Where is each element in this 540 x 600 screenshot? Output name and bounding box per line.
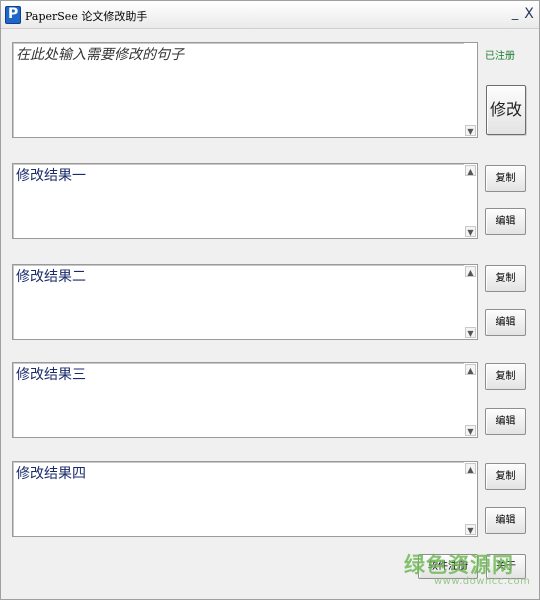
title-bar[interactable]: P PaperSee 论文修改助手 _ X <box>1 1 539 29</box>
edit-button-1[interactable]: 编辑 <box>485 208 526 235</box>
scroll-up-icon[interactable]: ▲ <box>465 266 476 277</box>
result-textarea-2[interactable]: 修改结果二 ▲ ▼ <box>12 264 478 340</box>
copy-button-3[interactable]: 复制 <box>485 363 526 390</box>
registered-status: 已注册 <box>485 51 515 62</box>
result-textarea-4[interactable]: 修改结果四 ▲ ▼ <box>12 461 478 537</box>
modify-button[interactable]: 修改 <box>486 85 526 135</box>
scroll-up-icon[interactable]: ▲ <box>465 463 476 474</box>
scroll-up-icon[interactable]: ▲ <box>465 165 476 176</box>
result-label-1: 修改结果一 <box>16 168 86 184</box>
result-scrollbar-3[interactable]: ▲ ▼ <box>464 363 477 437</box>
about-button[interactable]: 关于 <box>486 554 526 579</box>
papersee-app-icon: P <box>5 6 21 24</box>
input-textarea[interactable]: 在此处输入需要修改的句子 ▼ <box>12 42 478 138</box>
result-scrollbar-4[interactable]: ▲ ▼ <box>464 462 477 536</box>
result-textarea-3[interactable]: 修改结果三 ▲ ▼ <box>12 362 478 438</box>
minimize-button[interactable]: _ <box>509 7 521 21</box>
main-window: P PaperSee 论文修改助手 _ X 在此处输入需要修改的句子 ▼ 已注册… <box>0 0 540 600</box>
edit-button-2[interactable]: 编辑 <box>485 309 526 336</box>
result-label-3: 修改结果三 <box>16 367 86 383</box>
close-button[interactable]: X <box>523 7 535 21</box>
scroll-down-icon[interactable]: ▼ <box>465 327 476 338</box>
input-placeholder: 在此处输入需要修改的句子 <box>16 47 184 63</box>
edit-button-3[interactable]: 编辑 <box>485 408 526 435</box>
result-label-2: 修改结果二 <box>16 269 86 285</box>
register-software-button[interactable]: 软件注册 <box>418 554 478 579</box>
result-scrollbar-2[interactable]: ▲ ▼ <box>464 265 477 339</box>
window-title: PaperSee 论文修改助手 <box>25 10 148 23</box>
scroll-down-icon[interactable]: ▼ <box>465 524 476 535</box>
scroll-down-icon[interactable]: ▼ <box>465 425 476 436</box>
scroll-down-icon[interactable]: ▼ <box>465 226 476 237</box>
result-scrollbar-1[interactable]: ▲ ▼ <box>464 164 477 238</box>
edit-button-4[interactable]: 编辑 <box>485 507 526 534</box>
scroll-down-icon[interactable]: ▼ <box>465 125 476 136</box>
copy-button-2[interactable]: 复制 <box>485 265 526 292</box>
copy-button-4[interactable]: 复制 <box>485 463 526 490</box>
copy-button-1[interactable]: 复制 <box>485 165 526 192</box>
result-label-4: 修改结果四 <box>16 466 86 482</box>
result-textarea-1[interactable]: 修改结果一 ▲ ▼ <box>12 163 478 239</box>
scroll-up-icon[interactable]: ▲ <box>465 364 476 375</box>
input-scrollbar[interactable]: ▼ <box>464 43 477 137</box>
